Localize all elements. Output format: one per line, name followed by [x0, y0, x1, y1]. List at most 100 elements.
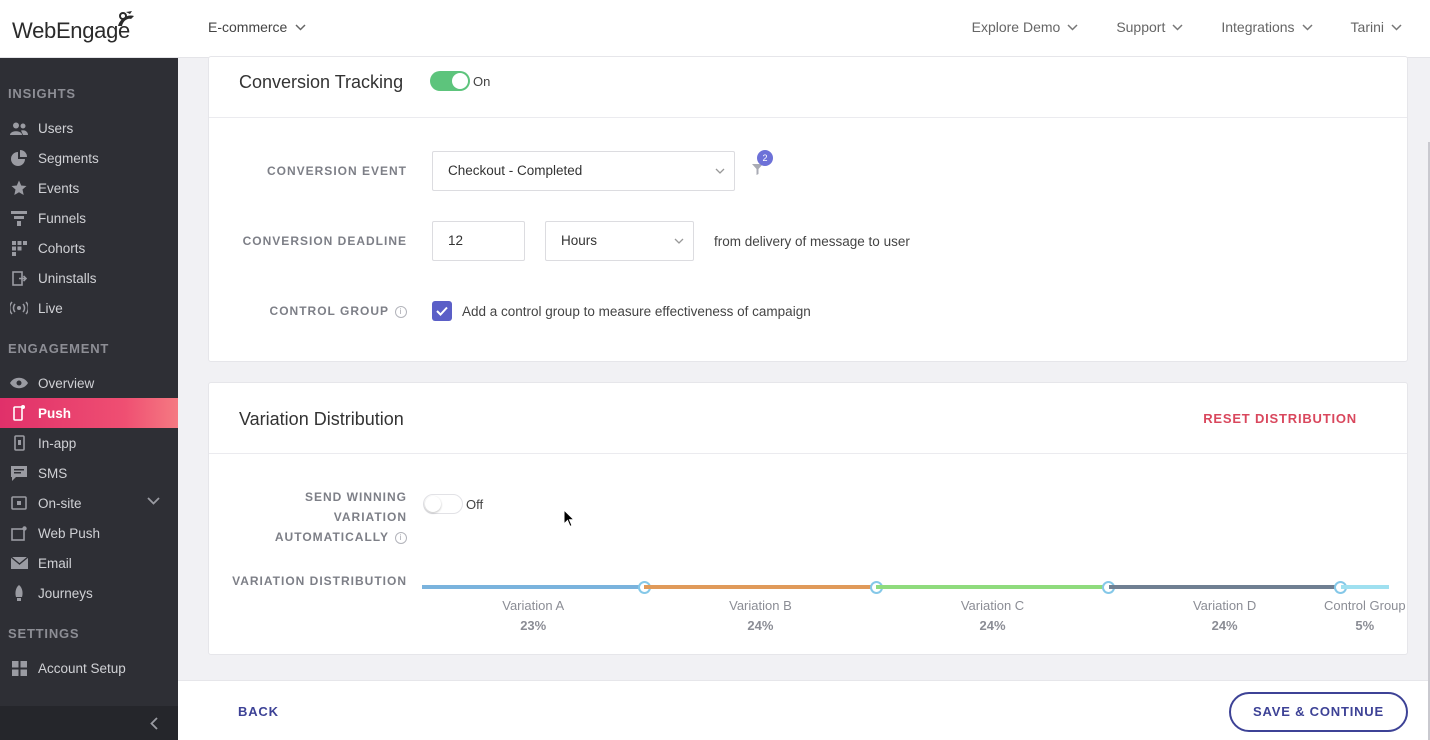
sidebar-item-account-setup[interactable]: Account Setup: [0, 653, 178, 683]
toggle-label: Off: [466, 497, 484, 512]
distribution-segment: [1340, 585, 1389, 589]
project-name: E-commerce: [208, 19, 288, 35]
chevron-down-icon: [674, 238, 684, 244]
sidebar-collapse-button[interactable]: [0, 706, 178, 740]
info-icon[interactable]: i: [395, 305, 407, 318]
sidebar: INSIGHTS Users Segments Events Funnels C…: [0, 58, 178, 740]
explore-demo-label: Explore Demo: [971, 19, 1061, 35]
journey-icon: [9, 585, 29, 601]
sidebar-item-label: Segments: [38, 150, 99, 166]
back-button[interactable]: BACK: [238, 704, 279, 719]
variation-name: Variation D: [1192, 598, 1257, 613]
sidebar-item-journeys[interactable]: Journeys: [0, 578, 178, 608]
user-name: Tarini: [1350, 19, 1384, 35]
deadline-unit-select[interactable]: Hours: [545, 221, 694, 261]
support-label: Support: [1116, 19, 1166, 35]
main-content: Conversion Tracking On CONVERSION EVENT …: [178, 56, 1430, 740]
insights-section-title: INSIGHTS: [8, 86, 76, 101]
variation-percent: 24%: [1211, 618, 1238, 633]
deadline-value-input[interactable]: 12: [432, 221, 525, 261]
mobile-icon: [9, 405, 29, 421]
sidebar-item-segments[interactable]: Segments: [0, 143, 178, 173]
conversion-tracking-toggle[interactable]: [430, 71, 470, 91]
sidebar-item-in-app[interactable]: In-app: [0, 428, 178, 458]
sidebar-item-live[interactable]: Live: [0, 293, 178, 323]
sidebar-item-uninstalls[interactable]: Uninstalls: [0, 263, 178, 293]
variation-distribution-label: VARIATION DISTRIBUTION: [232, 574, 407, 588]
onsite-icon: [9, 495, 29, 511]
sidebar-item-sms[interactable]: SMS: [0, 458, 178, 488]
sidebar-item-funnels[interactable]: Funnels: [0, 203, 178, 233]
sidebar-item-label: Journeys: [38, 585, 93, 601]
sidebar-item-email[interactable]: Email: [0, 548, 178, 578]
envelope-icon: [9, 555, 29, 571]
label-line: VARIATION: [333, 510, 407, 524]
control-group-label: CONTROL GROUP i: [229, 304, 407, 318]
chevron-down-icon: [1302, 23, 1313, 31]
send-winning-label: SEND WINNING VARIATION AUTOMATICALLY i: [229, 487, 407, 547]
card-header: Conversion Tracking On: [209, 57, 1407, 118]
sidebar-item-label: SMS: [38, 465, 68, 481]
distribution-segment: [876, 585, 1109, 589]
sidebar-item-cohorts[interactable]: Cohorts: [0, 233, 178, 263]
distribution-segment: [644, 585, 877, 589]
sidebar-item-label: Users: [38, 120, 74, 136]
sidebar-item-label: Account Setup: [38, 660, 126, 676]
chevron-down-icon[interactable]: [147, 497, 160, 505]
bird-logo-icon: [118, 11, 134, 26]
control-group-checkbox[interactable]: [432, 301, 452, 321]
sidebar-item-overview[interactable]: Overview: [0, 368, 178, 398]
sidebar-item-on-site[interactable]: On-site: [0, 488, 178, 518]
event-filter-button[interactable]: 2: [750, 150, 780, 180]
users-icon: [9, 120, 29, 136]
sidebar-item-label: Push: [38, 405, 72, 421]
conversion-event-select[interactable]: Checkout - Completed: [432, 151, 735, 191]
label-line-text: AUTOMATICALLY: [274, 530, 389, 544]
variation-percent: 5%: [1355, 618, 1375, 633]
filter-count-badge: 2: [757, 150, 773, 166]
save-continue-button[interactable]: SAVE & CONTINUE: [1229, 692, 1408, 732]
sidebar-item-push[interactable]: Push: [0, 398, 178, 428]
sidebar-item-label: In-app: [38, 435, 77, 451]
reset-distribution-button[interactable]: RESET DISTRIBUTION: [1203, 411, 1357, 426]
variation-name: Variation C: [960, 598, 1025, 613]
sidebar-item-label: On-site: [38, 495, 82, 511]
mouse-cursor-icon: [563, 509, 575, 528]
funnel-icon: [9, 210, 29, 226]
send-winning-toggle[interactable]: [423, 494, 463, 514]
check-icon: [436, 306, 448, 316]
conversion-deadline-label: CONVERSION DEADLINE: [242, 234, 407, 248]
sidebar-item-users[interactable]: Users: [0, 113, 178, 143]
label-line: SEND WINNING: [305, 490, 407, 504]
sidebar-item-events[interactable]: Events: [0, 173, 178, 203]
integrations-menu[interactable]: Integrations: [1221, 19, 1313, 35]
conversion-event-label: CONVERSION EVENT: [266, 164, 407, 178]
distribution-segment: [1108, 585, 1341, 589]
pie-chart-icon: [9, 150, 29, 166]
exit-icon: [9, 270, 29, 286]
variation-distribution-card: Variation Distribution RESET DISTRIBUTIO…: [208, 382, 1408, 655]
chevron-down-icon: [295, 23, 306, 31]
sidebar-item-label: Live: [38, 300, 63, 316]
variation-percent: 23%: [520, 618, 547, 633]
chevron-down-icon: [1172, 23, 1183, 31]
chevron-down-icon: [1391, 23, 1402, 31]
info-icon[interactable]: i: [395, 531, 407, 544]
web-push-icon: [9, 525, 29, 541]
deadline-suffix-text: from delivery of message to user: [714, 234, 910, 249]
select-value: Checkout - Completed: [448, 163, 583, 178]
sidebar-item-label: Cohorts: [38, 240, 86, 256]
control-group-label-text: CONTROL GROUP: [269, 304, 389, 318]
sidebar-item-web-push[interactable]: Web Push: [0, 518, 178, 548]
explore-demo-menu[interactable]: Explore Demo: [972, 19, 1079, 35]
engagement-section-title: ENGAGEMENT: [8, 341, 110, 356]
sidebar-item-label: Events: [38, 180, 80, 196]
project-selector[interactable]: E-commerce: [208, 19, 306, 35]
settings-section-title: SETTINGS: [8, 626, 80, 641]
user-menu[interactable]: Tarini: [1351, 19, 1402, 35]
support-menu[interactable]: Support: [1116, 19, 1183, 35]
sidebar-item-label: Funnels: [38, 210, 87, 226]
footer-bar: BACK SAVE & CONTINUE: [178, 680, 1430, 740]
broadcast-icon: [9, 300, 29, 316]
select-value: Hours: [561, 233, 598, 248]
